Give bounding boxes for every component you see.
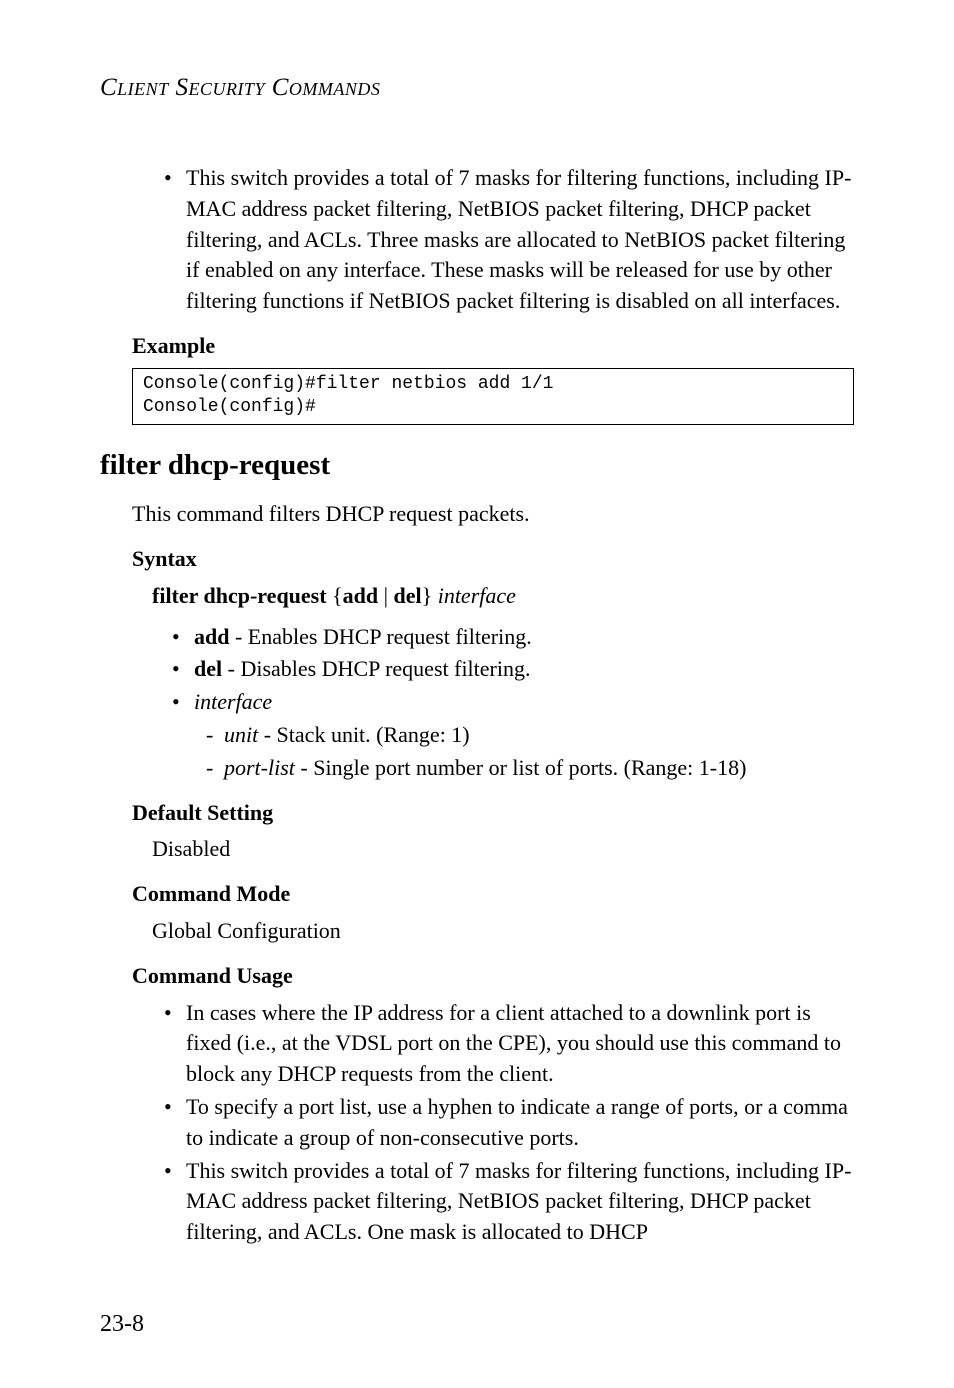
syntax-opt1: add	[343, 583, 378, 608]
bullet-text: In cases where the IP address for a clie…	[186, 998, 854, 1090]
syntax-opt2: del	[394, 583, 422, 608]
dash-marker: -	[206, 753, 224, 784]
param-name: port-list	[224, 755, 295, 780]
syntax-brace-close: }	[422, 583, 433, 608]
bullet-item: - unit - Stack unit. (Range: 1)	[206, 720, 854, 751]
syntax-pipe: |	[378, 583, 393, 608]
param-desc: - Disables DHCP request filtering.	[222, 656, 530, 681]
param-desc: - Enables DHCP request filtering.	[229, 624, 531, 649]
command-usage-label: Command Usage	[100, 961, 854, 992]
example-label: Example	[100, 331, 854, 362]
default-setting-label: Default Setting	[100, 798, 854, 829]
param-desc: - Single port number or list of ports. (…	[295, 755, 747, 780]
page-header-title: Client Security Commands	[100, 70, 854, 105]
bullet-marker: •	[164, 998, 186, 1090]
command-intro: This command filters DHCP request packet…	[100, 499, 854, 530]
syntax-label: Syntax	[100, 544, 854, 575]
bullet-marker: •	[164, 1092, 186, 1154]
syntax-brace-open: {	[332, 583, 343, 608]
bullet-text: unit - Stack unit. (Range: 1)	[224, 720, 854, 751]
bullet-item: • interface	[172, 687, 854, 718]
dash-marker: -	[206, 720, 224, 751]
bullet-marker: •	[164, 1156, 186, 1248]
bullet-marker: •	[172, 622, 194, 653]
bullet-text: del - Disables DHCP request filtering.	[194, 654, 854, 685]
bullet-marker: •	[172, 654, 194, 685]
syntax-cmd: filter dhcp-request	[152, 583, 327, 608]
bullet-text: interface	[194, 687, 854, 718]
bullet-marker: •	[172, 687, 194, 718]
command-mode-value: Global Configuration	[100, 916, 854, 947]
command-heading: filter dhcp-request	[100, 445, 854, 486]
param-name: interface	[194, 689, 272, 714]
bullet-item: • del - Disables DHCP request filtering.	[172, 654, 854, 685]
syntax-arg: interface	[438, 583, 516, 608]
param-name: del	[194, 656, 222, 681]
bullet-text: port-list - Single port number or list o…	[224, 753, 854, 784]
default-setting-value: Disabled	[100, 834, 854, 865]
bullet-item: • add - Enables DHCP request filtering.	[172, 622, 854, 653]
syntax-line: filter dhcp-request {add | del} interfac…	[100, 581, 854, 612]
param-desc: - Stack unit. (Range: 1)	[258, 722, 469, 747]
bullet-text: This switch provides a total of 7 masks …	[186, 163, 854, 317]
page-number: 23-8	[100, 1308, 144, 1342]
usage-bullets: • In cases where the IP address for a cl…	[100, 998, 854, 1248]
syntax-bullets: • add - Enables DHCP request filtering. …	[100, 622, 854, 718]
bullet-text: add - Enables DHCP request filtering.	[194, 622, 854, 653]
bullet-item: • To specify a port list, use a hyphen t…	[164, 1092, 854, 1154]
bullet-marker: •	[164, 163, 186, 317]
bullet-text: This switch provides a total of 7 masks …	[186, 1156, 854, 1248]
param-name: unit	[224, 722, 258, 747]
bullet-item: • This switch provides a total of 7 mask…	[164, 163, 854, 317]
example-code-box: Console(config)#filter netbios add 1/1 C…	[132, 368, 854, 425]
bullet-item: - port-list - Single port number or list…	[206, 753, 854, 784]
sub-nested-bullets: - unit - Stack unit. (Range: 1) - port-l…	[100, 720, 854, 784]
param-name: add	[194, 624, 229, 649]
bullet-item: • This switch provides a total of 7 mask…	[164, 1156, 854, 1248]
bullet-text: To specify a port list, use a hyphen to …	[186, 1092, 854, 1154]
bullet-item: • In cases where the IP address for a cl…	[164, 998, 854, 1090]
command-mode-label: Command Mode	[100, 879, 854, 910]
top-bullet-block: • This switch provides a total of 7 mask…	[100, 163, 854, 317]
